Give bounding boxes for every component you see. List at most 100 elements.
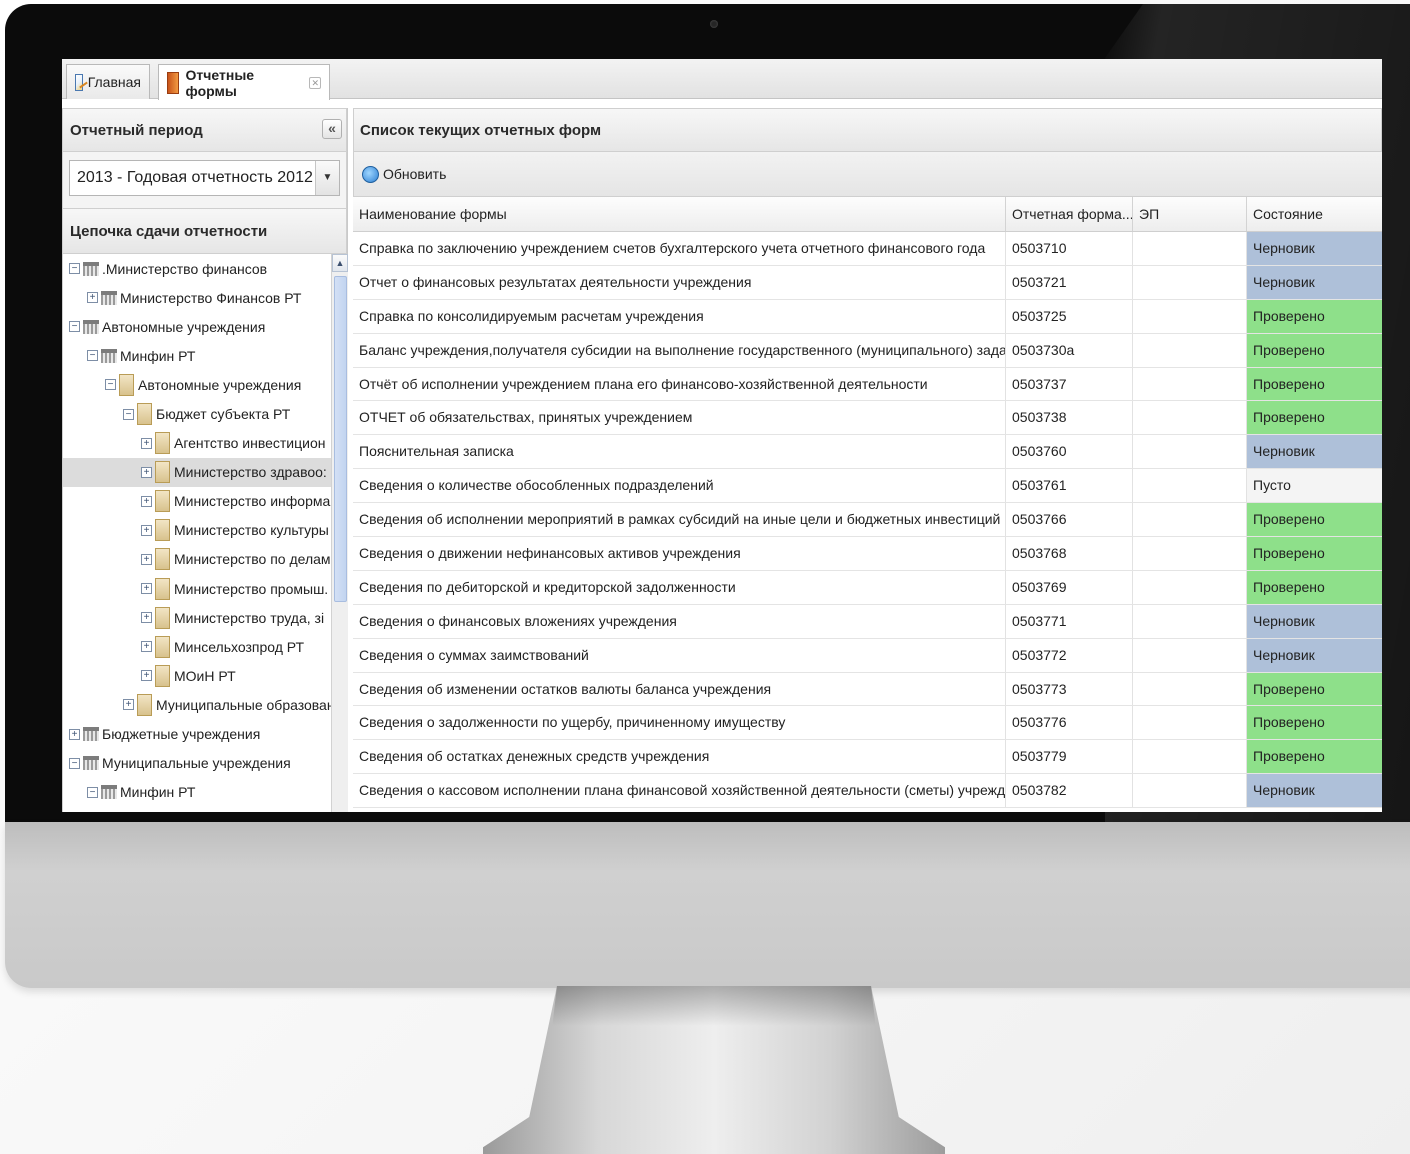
col-header-name[interactable]: Наименование формы (353, 197, 1006, 231)
col-header-form[interactable]: Отчетная форма... (1006, 197, 1133, 231)
scroll-thumb[interactable] (334, 276, 347, 602)
tree-node-label: Министерство культуры (174, 522, 329, 539)
expand-icon[interactable]: + (141, 641, 152, 653)
tree-node[interactable]: + Министерство информа (63, 487, 348, 516)
collapse-icon[interactable]: − (69, 321, 80, 333)
table-row[interactable]: Сведения по дебиторской и кредиторской з… (353, 570, 1382, 605)
tree-node-label: МОиН РТ (174, 667, 236, 684)
tree-node[interactable]: + Министерство культуры (63, 516, 348, 545)
scroll-up-icon[interactable]: ▲ (332, 254, 348, 272)
table-row[interactable]: Сведения о количестве обособленных подра… (353, 469, 1382, 504)
tab-report-forms[interactable]: Отчетные формы ✕ (158, 64, 330, 100)
signature-cell (1133, 774, 1247, 808)
table-row[interactable]: Справка по заключению учреждением счетов… (353, 232, 1382, 266)
expand-icon[interactable]: + (141, 466, 152, 478)
collapse-icon[interactable]: − (105, 379, 116, 391)
state-cell: Проверено (1247, 706, 1382, 740)
expand-icon[interactable]: + (141, 524, 152, 536)
org-tree: − .Министерство финансов + Министерство Фин… (62, 254, 348, 812)
tree-node-label: Министерство Финансов РТ (120, 289, 302, 306)
tree-node[interactable]: − .Министерство финансов (63, 254, 348, 283)
refresh-label: Обновить (383, 166, 447, 182)
collapse-icon[interactable]: − (123, 408, 134, 420)
refresh-button[interactable]: Обновить (362, 165, 447, 183)
tree-node[interactable]: + Министерство Финансов РТ (63, 283, 348, 312)
table-row[interactable]: Сведения о финансовых вложениях учрежден… (353, 604, 1382, 639)
table-row[interactable]: Справка по консолидируемым расчетам учре… (353, 299, 1382, 334)
expand-icon[interactable]: + (141, 437, 152, 449)
signature-cell (1133, 570, 1247, 604)
form-code-cell: 0503725 (1006, 299, 1133, 333)
table-row[interactable]: Отчёт об исполнении учреждением плана ег… (353, 367, 1382, 402)
form-code-cell: 0503771 (1006, 604, 1133, 638)
tree-node[interactable]: + Министерство промыш. (63, 574, 348, 603)
tree-node[interactable]: − Автономные учреждения (63, 312, 348, 341)
expand-icon[interactable]: + (69, 728, 80, 740)
table-row[interactable]: Сведения о суммах заимствований 0503772 Че… (353, 638, 1382, 673)
collapse-icon[interactable]: − (87, 350, 98, 362)
tree-node[interactable]: + Агентство инвестицион (63, 429, 348, 458)
tree-node[interactable]: − Бюджет субъекта РТ (63, 399, 348, 428)
table-row[interactable]: ОТЧЕТ об обязательствах, принятых учрежд… (353, 401, 1382, 436)
chevron-down-icon[interactable]: ▼ (315, 161, 339, 195)
building-icon (137, 403, 152, 426)
table-row[interactable]: Сведения об остатках денежных средств уч… (353, 740, 1382, 775)
tree-scrollbar[interactable]: ▲ (331, 254, 348, 812)
table-row[interactable]: Сведения о движении нефинансовых активов… (353, 537, 1382, 571)
tree-node-label: Бюджет субъекта РТ (156, 406, 291, 423)
state-cell: Пусто (1247, 469, 1382, 503)
app-screen: Главная Отчетные формы ✕ Отчетный период… (62, 59, 1382, 812)
col-header-state[interactable]: Состояние (1247, 197, 1382, 231)
chain-header: Цепочка сдачи отчетности (62, 208, 347, 254)
collapse-panel-button[interactable]: « (322, 119, 342, 139)
form-name-cell: Баланс учреждения,получателя субсидии на… (353, 333, 1006, 367)
table-row[interactable]: Сведения о кассовом исполнении плана фин… (353, 774, 1382, 809)
tree-node[interactable]: + Муниципальные образован (63, 690, 348, 719)
period-select[interactable]: 2013 - Годовая отчетность 2012 ▼ (69, 160, 340, 196)
tab-report-forms-label: Отчетные формы (185, 66, 255, 99)
expand-icon[interactable]: + (141, 553, 152, 565)
building-icon (155, 519, 170, 542)
monitor-chin (5, 822, 1410, 988)
expand-icon[interactable]: + (141, 670, 152, 682)
tree-node[interactable]: + Министерство по делам (63, 545, 348, 574)
tree-node[interactable]: + Бюджетные учреждения (63, 720, 348, 749)
tree-node-label: Министерство информа (174, 493, 331, 510)
form-name-cell: Пояснительная записка (353, 435, 1006, 469)
table-row[interactable]: Сведения о задолженности по ущербу, прич… (353, 706, 1382, 741)
state-cell: Проверено (1247, 299, 1382, 333)
expand-icon[interactable]: + (141, 495, 152, 507)
tree-node[interactable]: + Минсельхозпрод РТ (63, 632, 348, 661)
collapse-icon[interactable]: − (87, 786, 98, 798)
expand-icon[interactable]: + (87, 292, 98, 304)
home-icon (75, 73, 83, 91)
state-cell: Черновик (1247, 265, 1382, 299)
table-row[interactable]: Отчет о финансовых результатах деятельно… (353, 265, 1382, 300)
signature-cell (1133, 537, 1247, 570)
tree-node[interactable]: + Министерство здравоо: (63, 457, 348, 487)
expand-icon[interactable]: + (141, 612, 152, 624)
table-row[interactable]: Сведения об исполнении мероприятий в рам… (353, 503, 1382, 538)
tree-node[interactable]: − Минфин РТ (63, 341, 348, 370)
state-cell: Проверено (1247, 401, 1382, 435)
tree-node[interactable]: − Автономные учреждения (63, 370, 348, 399)
expand-icon[interactable]: + (123, 699, 134, 711)
tab-home[interactable]: Главная (66, 64, 150, 99)
tree-node[interactable]: + Министерство труда, зі (63, 603, 348, 632)
collapse-icon[interactable]: − (69, 263, 80, 275)
form-code-cell: 0503776 (1006, 706, 1133, 740)
collapse-icon[interactable]: − (69, 757, 80, 769)
table-row[interactable]: Баланс учреждения,получателя субсидии на… (353, 333, 1382, 368)
table-row[interactable]: Пояснительная записка 0503760 Черновик (353, 435, 1382, 470)
expand-icon[interactable]: + (141, 583, 152, 595)
tree-node-label: Минфин РТ (120, 784, 196, 801)
col-header-signature[interactable]: ЭП (1133, 197, 1247, 231)
tree-node[interactable]: + МОиН РТ (63, 661, 348, 690)
signature-cell (1133, 265, 1247, 299)
tab-close-icon[interactable]: ✕ (309, 76, 321, 89)
forms-list-header: Список текущих отчетных форм (353, 108, 1382, 152)
tree-node[interactable]: − Минфин РТ (63, 778, 348, 807)
form-code-cell: 0503768 (1006, 537, 1133, 570)
table-row[interactable]: Сведения об изменении остатков валюты ба… (353, 672, 1382, 707)
tree-node[interactable]: − Муниципальные учреждения (63, 749, 348, 778)
